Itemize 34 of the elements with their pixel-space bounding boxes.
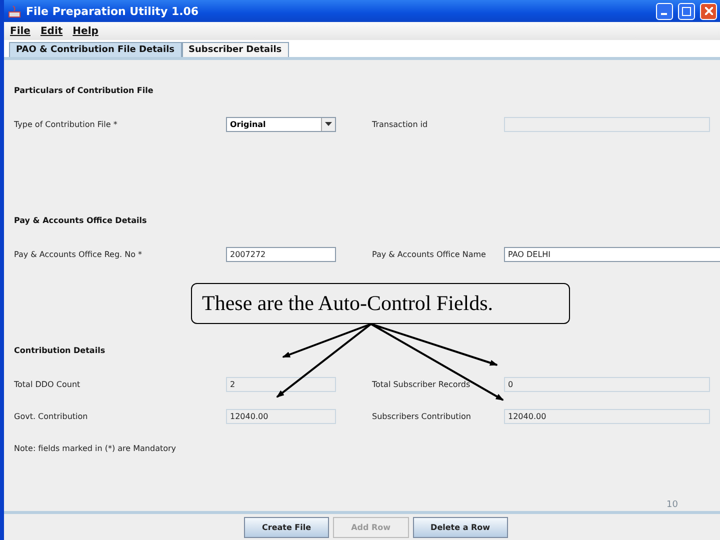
menu-item[interactable]: Help — [72, 26, 98, 36]
dropdown-value: Original — [229, 120, 267, 128]
input-field[interactable]: PAO DELHI — [504, 246, 720, 262]
field-label: Subscribers Contribution — [372, 412, 472, 420]
section-heading: Pay & Accounts Office Details — [14, 216, 147, 227]
menu-item[interactable]: Edit — [40, 26, 63, 36]
note-text: Note: fields marked in (*) are Mandatory — [14, 444, 178, 453]
dropdown[interactable]: Original — [226, 116, 336, 132]
tab[interactable]: PAO & Contribution File Details — [9, 42, 182, 57]
field-label: Pay & Accounts Office Name — [372, 250, 487, 258]
field-label: Transaction id — [372, 120, 429, 128]
close-button[interactable] — [700, 2, 717, 20]
callout-box: These are the Auto-Control Fields. — [191, 283, 570, 324]
menu-item[interactable]: File — [10, 26, 30, 36]
close-icon — [704, 7, 712, 15]
tab[interactable]: Subscriber Details — [182, 42, 289, 57]
caret-icon — [325, 122, 332, 126]
maximize-icon — [682, 6, 691, 16]
field-label: Total DDO Count — [14, 380, 82, 388]
section-heading: Particulars of Contribution File — [14, 86, 154, 97]
field-label: Total Subscriber Records — [372, 380, 472, 388]
maximize-button[interactable] — [678, 2, 695, 20]
app-icon — [8, 4, 21, 18]
field-label: Pay & Accounts Office Reg. No * — [14, 250, 144, 258]
field-label: Govt. Contribution — [14, 412, 89, 420]
input-field[interactable]: 2007272 — [226, 246, 336, 262]
minimize-button[interactable] — [656, 2, 673, 20]
dropdown-button[interactable] — [321, 118, 335, 130]
window-title: File Preparation Utility 1.06 — [26, 4, 200, 18]
page-number: 10 — [666, 500, 678, 510]
action-button[interactable]: Create File — [244, 516, 330, 538]
section-heading: Contribution Details — [14, 346, 106, 357]
action-button[interactable]: Delete a Row — [412, 516, 508, 538]
field-label: Type of Contribution File * — [14, 120, 118, 128]
